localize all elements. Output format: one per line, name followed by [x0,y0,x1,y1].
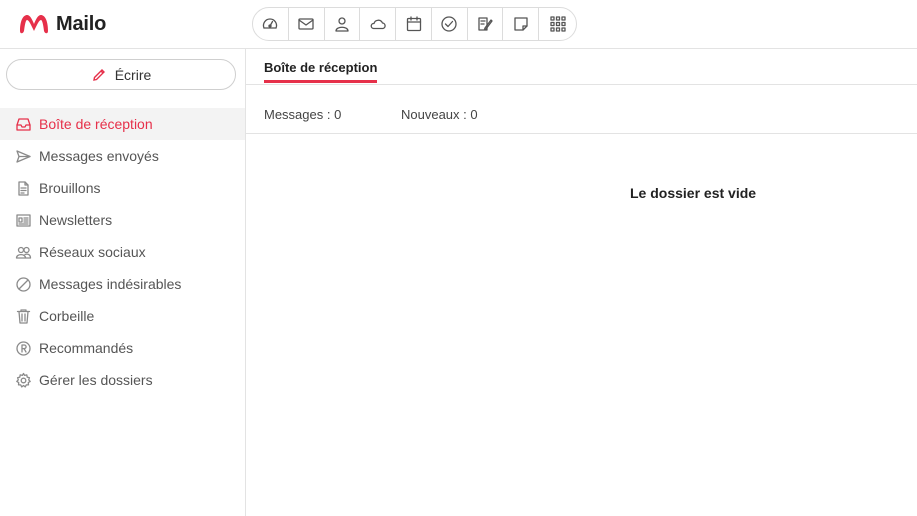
folder-spam[interactable]: Messages indésirables [0,268,245,300]
folder-label: Brouillons [39,180,101,196]
app-switcher [252,7,577,41]
logo[interactable]: Mailo [16,10,106,38]
app-notes[interactable] [468,8,504,40]
folder-drafts[interactable]: Brouillons [0,172,245,204]
app-tasks[interactable] [432,8,468,40]
app-mail[interactable] [289,8,325,40]
registered-icon [14,339,32,357]
folder-label: Corbeille [39,308,95,324]
app-calendar[interactable] [396,8,432,40]
spam-icon [14,275,32,293]
main-content: Boîte de réception Messages : 0 Nouveaux… [246,49,917,516]
pencil-icon [92,68,105,81]
app-sticky-notes[interactable] [503,8,540,40]
top-bar: Mailo [0,0,917,49]
sidebar: Écrire Boîte de réception Messages envoy… [0,49,246,516]
brand-name: Mailo [56,12,107,35]
apps-grid-icon [549,16,566,32]
empty-folder-message: Le dossier est vide [630,185,757,201]
trash-icon [14,307,32,325]
mail-icon [298,18,314,30]
folder-sent[interactable]: Messages envoyés [0,140,245,172]
sticky-note-icon [514,17,528,31]
calendar-icon [406,16,421,32]
folder-manage[interactable]: Gérer les dossiers [0,364,245,396]
folder-social[interactable]: Réseaux sociaux [0,236,245,268]
active-tab-indicator [264,80,377,83]
folder-label: Recommandés [39,340,134,356]
folder-label: Réseaux sociaux [39,244,146,260]
folder-inbox[interactable]: Boîte de réception [0,108,245,140]
contacts-icon [335,17,349,32]
folder-label: Boîte de réception [39,116,153,132]
tab-bar: Boîte de réception [246,49,917,85]
folder-label: Messages envoyés [39,148,159,164]
messages-count: Messages : 0 [264,107,342,122]
new-count: Nouveaux : 0 [401,107,478,122]
inbox-icon [14,115,32,133]
app-contacts[interactable] [325,8,361,40]
folder-list: Boîte de réception Messages envoyés Brou… [0,108,245,396]
tasks-icon [441,16,457,32]
app-more[interactable] [539,8,576,40]
draft-icon [14,179,32,197]
social-icon [14,243,32,261]
mailo-logo-icon [20,15,48,34]
folder-trash[interactable]: Corbeille [0,300,245,332]
gear-icon [14,371,32,389]
folder-newsletters[interactable]: Newsletters [0,204,245,236]
folder-label: Messages indésirables [39,276,182,292]
folder-registered[interactable]: Recommandés [0,332,245,364]
notes-icon [478,17,493,31]
dashboard-icon [263,18,278,29]
app-cloud[interactable] [360,8,397,40]
app-dashboard[interactable] [253,8,289,40]
folder-label: Gérer les dossiers [39,372,153,388]
folder-stats: Messages : 0 Nouveaux : 0 [246,86,917,134]
send-icon [14,147,32,165]
cloud-icon [370,19,386,30]
folder-label: Newsletters [39,212,113,228]
compose-button[interactable]: Écrire [6,59,236,90]
compose-label: Écrire [114,66,152,83]
newsletter-icon [14,211,32,229]
